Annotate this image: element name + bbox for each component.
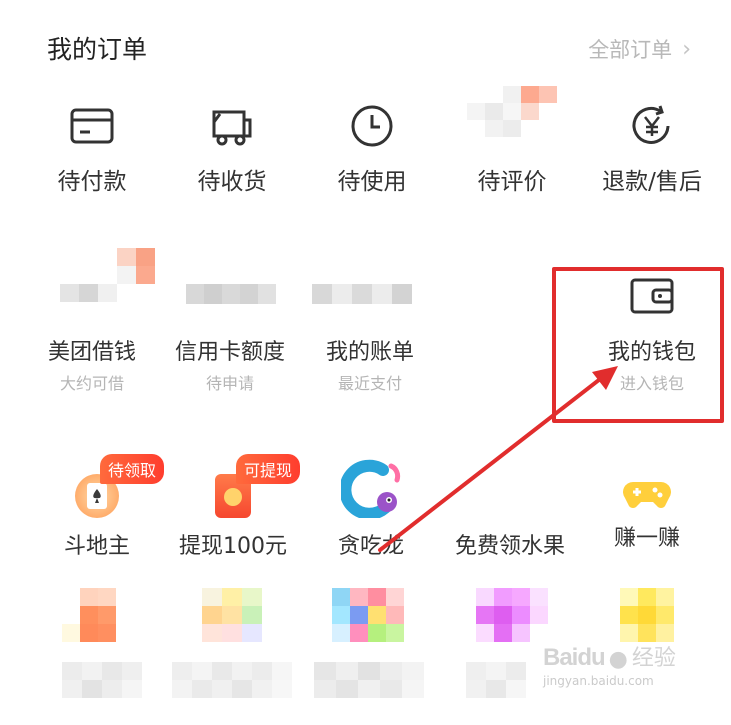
baidu-jingyan-watermark: Baidu ● 经验 jingyan.baidu.com bbox=[543, 640, 693, 700]
watermark-cn: 经验 bbox=[631, 646, 676, 671]
watermark-url: jingyan.baidu.com bbox=[543, 674, 654, 688]
annotation-arrow bbox=[378, 366, 618, 552]
watermark-brand: Baidu bbox=[543, 644, 606, 671]
paw-icon: ● bbox=[608, 647, 628, 672]
